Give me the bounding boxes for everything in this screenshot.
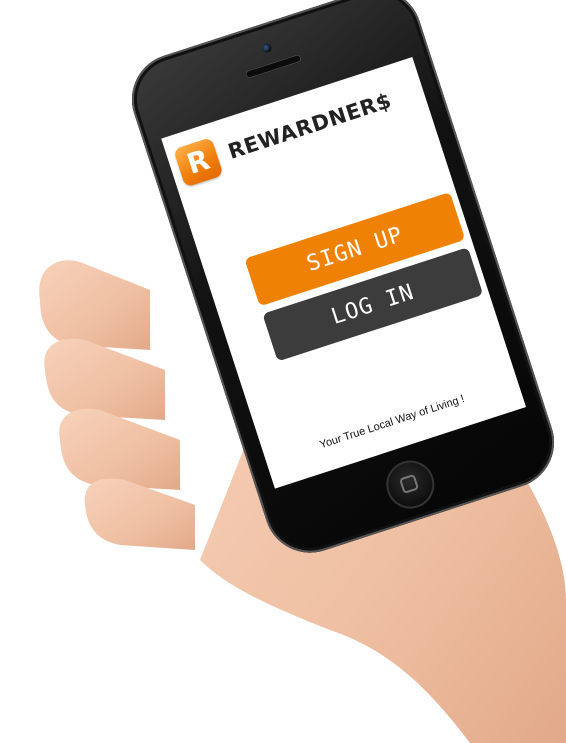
front-camera: [261, 42, 273, 54]
home-button[interactable]: [380, 454, 441, 515]
logo-letter: R: [182, 142, 214, 181]
phone-container: R REWARDNER$ SIGN UP LOG IN Your True Lo…: [0, 0, 566, 743]
app-screen: R REWARDNER$ SIGN UP LOG IN Your True Lo…: [161, 57, 527, 489]
phone-device: R REWARDNER$ SIGN UP LOG IN Your True Lo…: [120, 0, 566, 565]
app-header: R REWARDNER$: [173, 81, 397, 188]
tagline: Your True Local Way of Living !: [318, 393, 467, 452]
home-square-icon: [398, 473, 420, 495]
earpiece-speaker: [244, 53, 303, 80]
app-title: REWARDNER$: [225, 88, 395, 164]
rewardners-logo-icon: R: [173, 137, 224, 188]
